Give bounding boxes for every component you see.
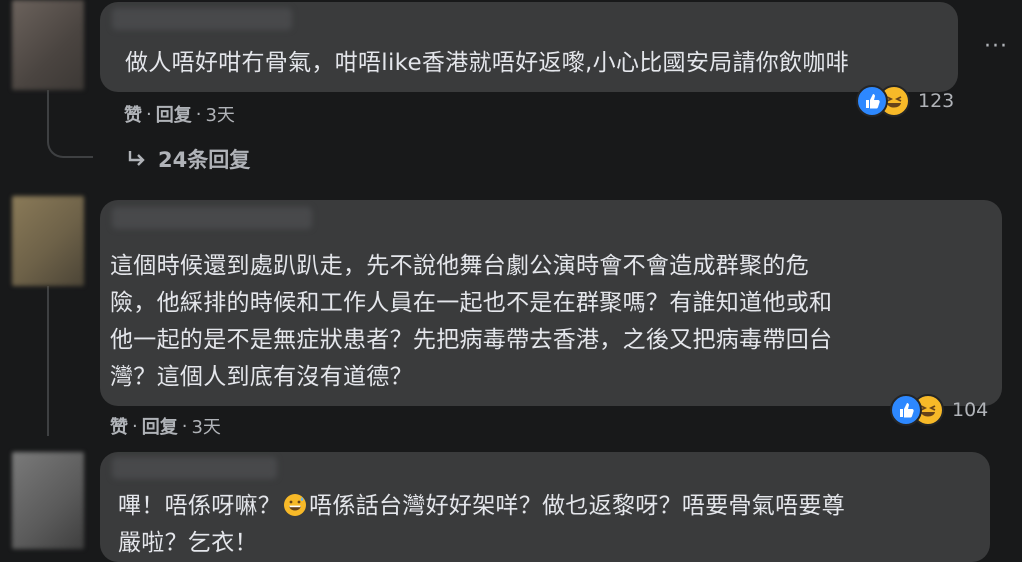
reaction-summary[interactable]: 104 (890, 394, 988, 426)
comment-text-part: 嗶！唔係呀嘛？ (118, 493, 282, 519)
timestamp[interactable]: 3天 (191, 413, 220, 439)
separator: · (146, 103, 152, 125)
like-icon (856, 85, 888, 117)
more-options-icon[interactable]: ··· (984, 34, 1008, 59)
thread-line (47, 90, 49, 122)
commenter-name-redacted[interactable] (112, 207, 312, 229)
thread-line (47, 286, 49, 436)
commenter-name-redacted[interactable] (112, 8, 292, 30)
comment-actions: 赞 · 回复 · 3天 (124, 101, 235, 127)
like-button[interactable]: 赞 (124, 101, 142, 127)
comment-text: 嗶！唔係呀嘛？ 唔係話台灣好好架咩？做乜返黎呀？唔要骨氣唔要尊 嚴啦？乞衣！ (118, 488, 988, 562)
avatar[interactable] (12, 0, 84, 90)
grinning-sweat-emoji-icon (284, 494, 307, 516)
reply-button[interactable]: 回复 (142, 413, 178, 439)
timestamp[interactable]: 3天 (205, 101, 234, 127)
commenter-name-redacted[interactable] (112, 457, 277, 479)
reply-arrow-icon (128, 151, 145, 166)
comment-actions: 赞 · 回复 · 3天 (110, 413, 221, 439)
reaction-count: 104 (952, 399, 989, 421)
avatar[interactable] (12, 196, 84, 286)
separator: · (195, 103, 202, 125)
reply-button[interactable]: 回复 (156, 101, 192, 127)
avatar[interactable] (12, 452, 84, 549)
view-replies-link[interactable]: 24条回复 (126, 144, 250, 174)
reaction-summary[interactable]: 123 (856, 85, 954, 117)
separator: · (181, 415, 188, 437)
like-button[interactable]: 赞 (110, 413, 128, 439)
replies-count-label: 24条回复 (158, 148, 251, 172)
reaction-count: 123 (918, 90, 955, 112)
comment-text: 做人唔好咁冇骨氣，咁唔like香港就唔好返嚟,小心比國安局請你飲咖啡 (125, 50, 849, 76)
thread-connector (47, 120, 93, 158)
like-icon (890, 394, 922, 426)
separator: · (132, 415, 138, 437)
comment-text: 這個時候還到處趴趴走，先不說他舞台劇公演時會不會造成群聚的危 險，他綵排的時候和… (110, 253, 833, 390)
